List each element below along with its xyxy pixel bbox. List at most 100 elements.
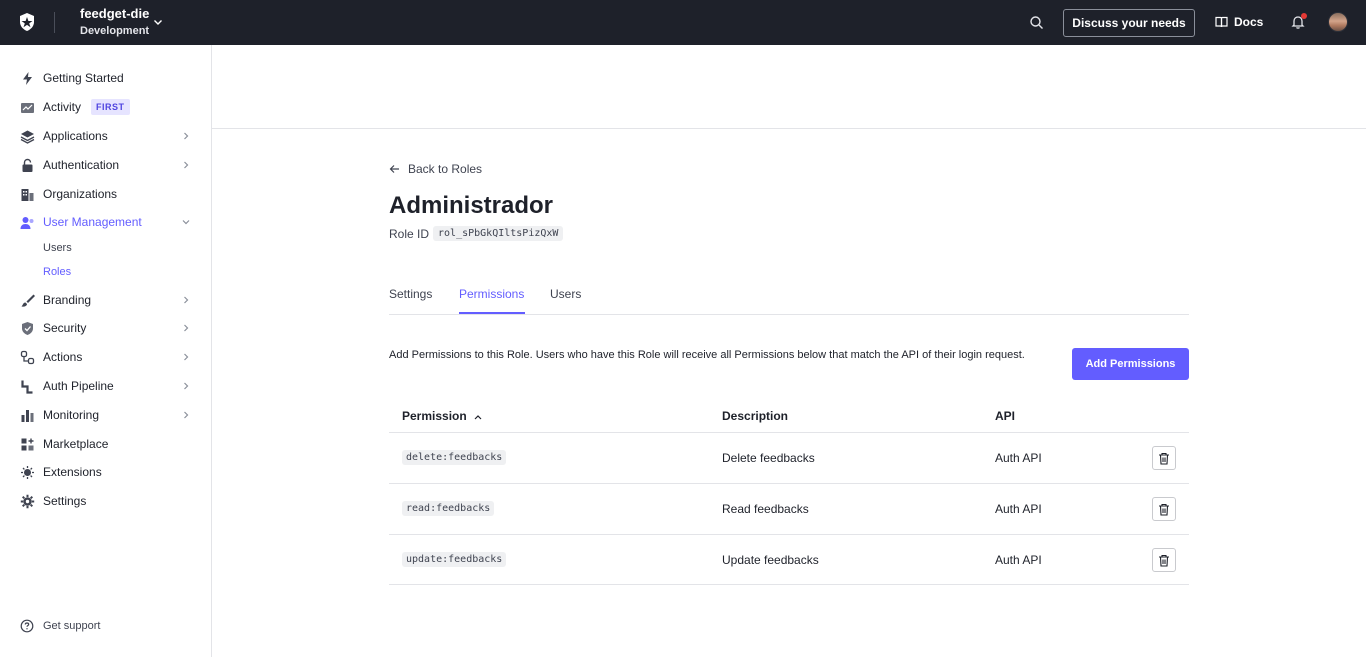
chevron-right-icon <box>184 353 189 361</box>
brush-icon <box>21 294 35 307</box>
sidebar-item-label: Monitoring <box>43 408 100 422</box>
tenant-name: feedget-die <box>80 6 150 21</box>
first-badge: FIRST <box>91 99 130 115</box>
permissions-description: Add Permissions to this Role. Users who … <box>389 349 1025 361</box>
puzzle-icon <box>21 466 34 479</box>
permission-api: Auth API <box>995 553 1042 567</box>
sidebar-item-activity[interactable]: Activity FIRST <box>0 94 211 120</box>
delete-permission-button[interactable] <box>1152 548 1176 572</box>
permission-description: Delete feedbacks <box>722 451 815 465</box>
chart-icon <box>21 103 34 113</box>
permission-api: Auth API <box>995 502 1042 516</box>
topbar-divider <box>54 12 55 33</box>
sidebar-subitem-users[interactable]: Users <box>43 242 72 254</box>
sidebar-item-monitoring[interactable]: Monitoring <box>0 402 211 428</box>
layers-icon <box>20 130 35 144</box>
permission-api: Auth API <box>995 451 1042 465</box>
sidebar-item-extensions[interactable]: Extensions <box>0 459 211 485</box>
arrow-left-icon <box>389 165 399 173</box>
sidebar-item-label: User Management <box>43 215 142 229</box>
help-circle-icon <box>20 619 34 633</box>
sidebar-item-applications[interactable]: Applications <box>0 123 211 149</box>
tab-settings[interactable]: Settings <box>389 287 432 301</box>
sidebar-item-actions[interactable]: Actions <box>0 344 211 370</box>
sidebar-item-label: Authentication <box>43 158 120 172</box>
get-support-label: Get support <box>43 620 101 632</box>
chevron-right-icon <box>184 161 189 169</box>
sidebar: Getting Started Activity FIRST Applicati… <box>0 45 212 657</box>
sidebar-item-organizations[interactable]: Organizations <box>0 181 211 207</box>
pipeline-icon <box>21 380 33 394</box>
sidebar-item-label: Branding <box>43 293 92 307</box>
back-to-roles-link[interactable]: Back to Roles <box>389 162 482 176</box>
column-header-permission[interactable]: Permission <box>402 409 482 423</box>
sidebar-item-label: Extensions <box>43 465 102 479</box>
avatar[interactable] <box>1328 12 1348 32</box>
role-id-value[interactable]: rol_sPbGkQIltsPizQxW <box>433 226 564 241</box>
sidebar-item-label: Activity <box>43 100 82 114</box>
lock-icon <box>22 158 33 172</box>
chevron-right-icon <box>184 132 189 140</box>
sidebar-item-branding[interactable]: Branding <box>0 287 211 313</box>
building-icon <box>21 189 34 201</box>
table-row: delete:feedbacks Delete feedbacks Auth A… <box>389 433 1189 484</box>
sidebar-item-marketplace[interactable]: Marketplace <box>0 431 211 457</box>
tenant-environment: Development <box>80 25 150 37</box>
tab-users[interactable]: Users <box>550 287 581 301</box>
chevron-right-icon <box>184 324 189 332</box>
role-tabs: Settings Permissions Users <box>389 282 1189 315</box>
sidebar-item-getting-started[interactable]: Getting Started <box>0 65 211 91</box>
docs-label: Docs <box>1234 15 1264 29</box>
search-icon[interactable] <box>1029 15 1044 30</box>
sidebar-item-security[interactable]: Security <box>0 315 211 341</box>
gear-icon <box>20 494 35 509</box>
permission-name: update:feedbacks <box>402 552 507 567</box>
add-permissions-button[interactable]: Add Permissions <box>1072 348 1189 380</box>
sidebar-item-settings[interactable]: Settings <box>0 488 211 514</box>
permission-name: delete:feedbacks <box>402 450 507 465</box>
role-id-row: Role ID rol_sPbGkQIltsPizQxW <box>389 226 564 241</box>
trash-icon <box>1159 503 1169 516</box>
column-header-description: Description <box>722 409 789 423</box>
book-icon <box>1215 16 1228 28</box>
bars-icon <box>21 410 34 422</box>
discuss-needs-button[interactable]: Discuss your needs <box>1063 9 1195 37</box>
active-tab-indicator <box>459 312 525 314</box>
trash-icon <box>1159 452 1169 465</box>
top-bar: feedget-die Development Discuss your nee… <box>0 0 1366 45</box>
docs-link[interactable]: Docs <box>1215 15 1263 29</box>
table-row: read:feedbacks Read feedbacks Auth API <box>389 484 1189 535</box>
sidebar-item-label: Actions <box>43 350 83 364</box>
chevron-right-icon <box>184 411 189 419</box>
sidebar-item-user-management[interactable]: User Management <box>0 209 211 235</box>
bolt-icon <box>23 72 32 85</box>
sidebar-item-auth-pipeline[interactable]: Auth Pipeline <box>0 373 211 399</box>
sidebar-item-label: Settings <box>43 494 87 508</box>
sidebar-item-label: Getting Started <box>43 71 124 85</box>
delete-permission-button[interactable] <box>1152 446 1176 470</box>
table-row: update:feedbacks Update feedbacks Auth A… <box>389 535 1189 585</box>
role-id-label: Role ID <box>389 226 430 241</box>
table-header: Permission Description API <box>389 400 1189 433</box>
tab-permissions[interactable]: Permissions <box>459 287 524 301</box>
sidebar-subitem-roles[interactable]: Roles <box>43 266 71 278</box>
trash-icon <box>1159 554 1169 567</box>
sidebar-item-label: Security <box>43 321 87 335</box>
chevron-down-icon <box>182 220 190 225</box>
shield-icon <box>22 322 33 335</box>
chevron-down-icon[interactable] <box>152 16 164 28</box>
sidebar-item-label: Organizations <box>43 187 118 201</box>
tenant-switcher[interactable]: feedget-die Development <box>80 6 149 38</box>
delete-permission-button[interactable] <box>1152 497 1176 521</box>
sort-ascending-icon <box>474 415 482 420</box>
sidebar-item-authentication[interactable]: Authentication <box>0 152 211 178</box>
permission-name: read:feedbacks <box>402 501 495 516</box>
get-support-link[interactable]: Get support <box>20 619 100 633</box>
sidebar-item-label: Applications <box>43 129 108 143</box>
column-header-label: Permission <box>402 409 467 423</box>
chevron-right-icon <box>184 296 189 304</box>
auth0-logo-icon[interactable] <box>17 12 37 32</box>
back-to-roles-label: Back to Roles <box>408 162 483 176</box>
permission-description: Update feedbacks <box>722 553 819 567</box>
users-icon <box>20 217 34 229</box>
